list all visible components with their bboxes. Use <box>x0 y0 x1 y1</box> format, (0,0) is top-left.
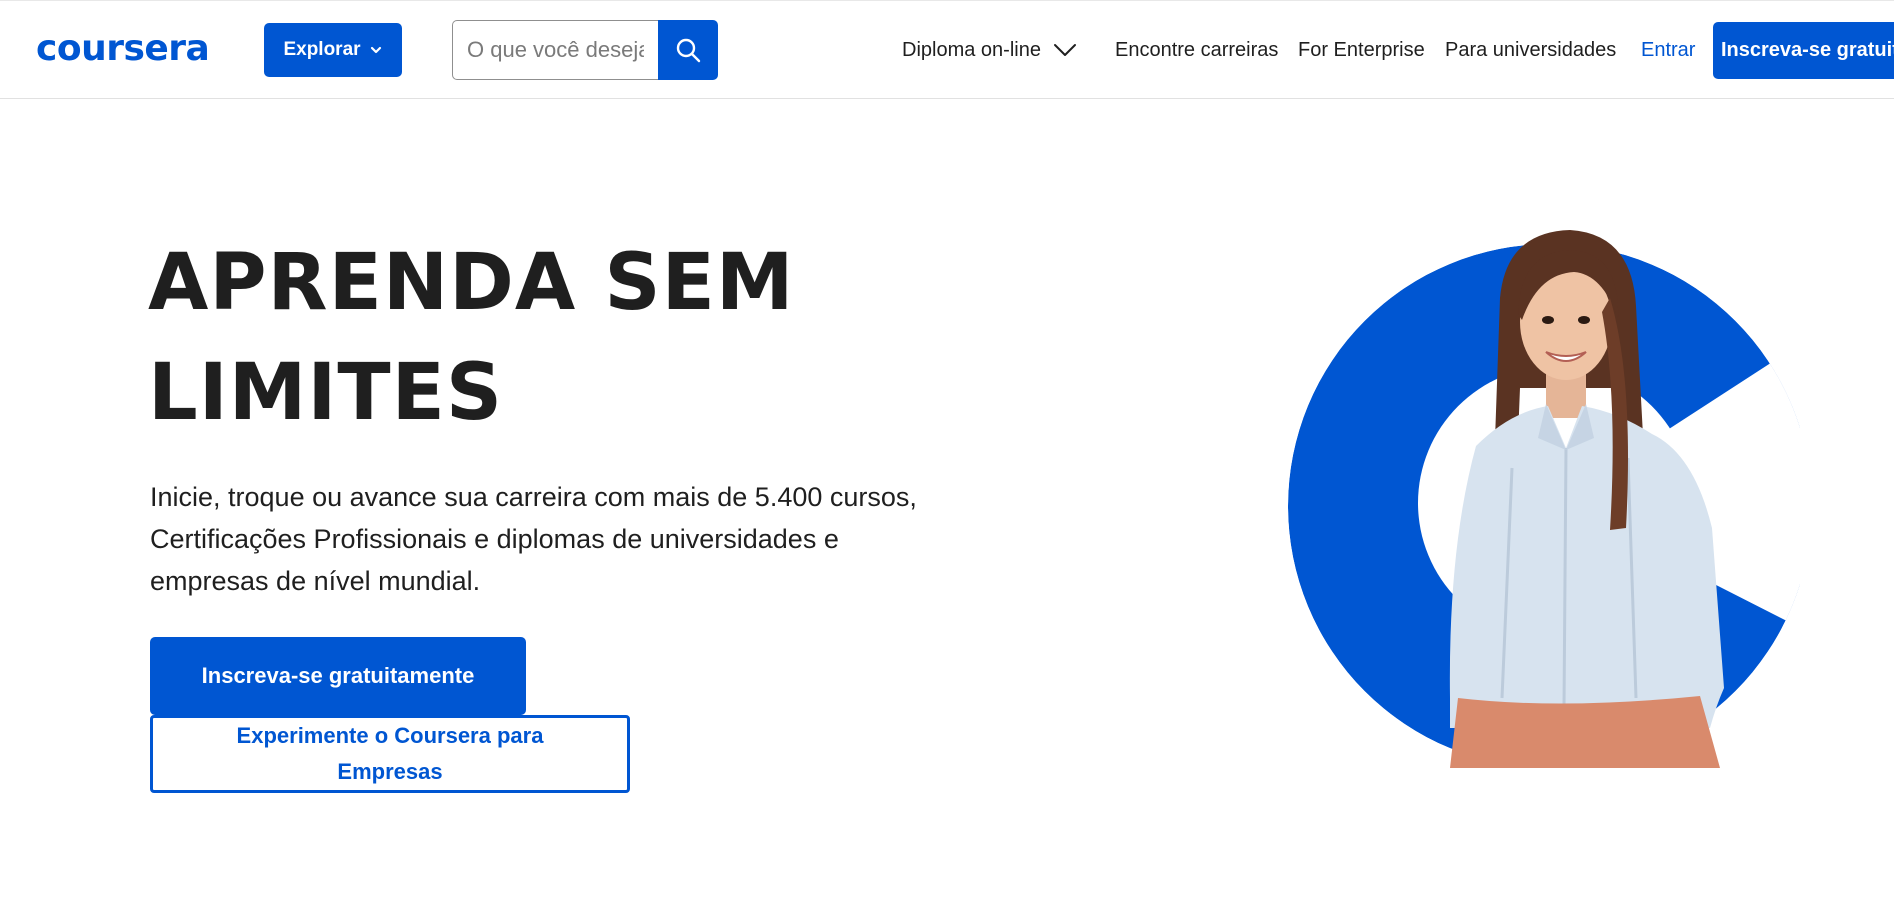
nav-for-universities[interactable]: Para universidades <box>1445 37 1616 63</box>
signup-header-button[interactable]: Inscreva-se gratuitamente <box>1713 22 1894 79</box>
coursera-logo[interactable]: coursera <box>36 29 210 69</box>
hero-title: APRENDA SEM LIMITES <box>148 228 908 448</box>
top-navigation-bar: coursera Explorar Diploma on-line Encont… <box>0 0 1894 99</box>
nav-online-degree-label: Diploma on-line <box>902 39 1041 61</box>
hero-title-line-1: APRENDA SEM <box>148 238 795 328</box>
hero-title-line-2: LIMITES <box>148 348 504 438</box>
search-bar <box>452 20 718 80</box>
nav-find-careers[interactable]: Encontre carreiras <box>1115 37 1278 63</box>
search-icon <box>676 38 701 63</box>
nav-for-enterprise[interactable]: For Enterprise <box>1298 37 1425 63</box>
signup-free-button[interactable]: Inscreva-se gratuitamente <box>150 637 526 715</box>
search-input[interactable] <box>452 20 658 80</box>
hero-subtitle: Inicie, troque ou avance sua carreira co… <box>150 482 917 596</box>
search-button[interactable] <box>658 20 718 80</box>
login-link[interactable]: Entrar <box>1641 37 1695 63</box>
explore-button-label: Explorar <box>283 39 361 60</box>
hero-illustration <box>1288 230 1800 768</box>
explore-button[interactable]: Explorar <box>264 23 402 77</box>
nav-online-degree[interactable]: Diploma on-line <box>902 37 1077 63</box>
chevron-down-icon <box>1053 44 1076 56</box>
try-for-business-button[interactable]: Experimente o Coursera para Empresas <box>150 715 630 793</box>
chevron-down-icon <box>370 46 381 54</box>
